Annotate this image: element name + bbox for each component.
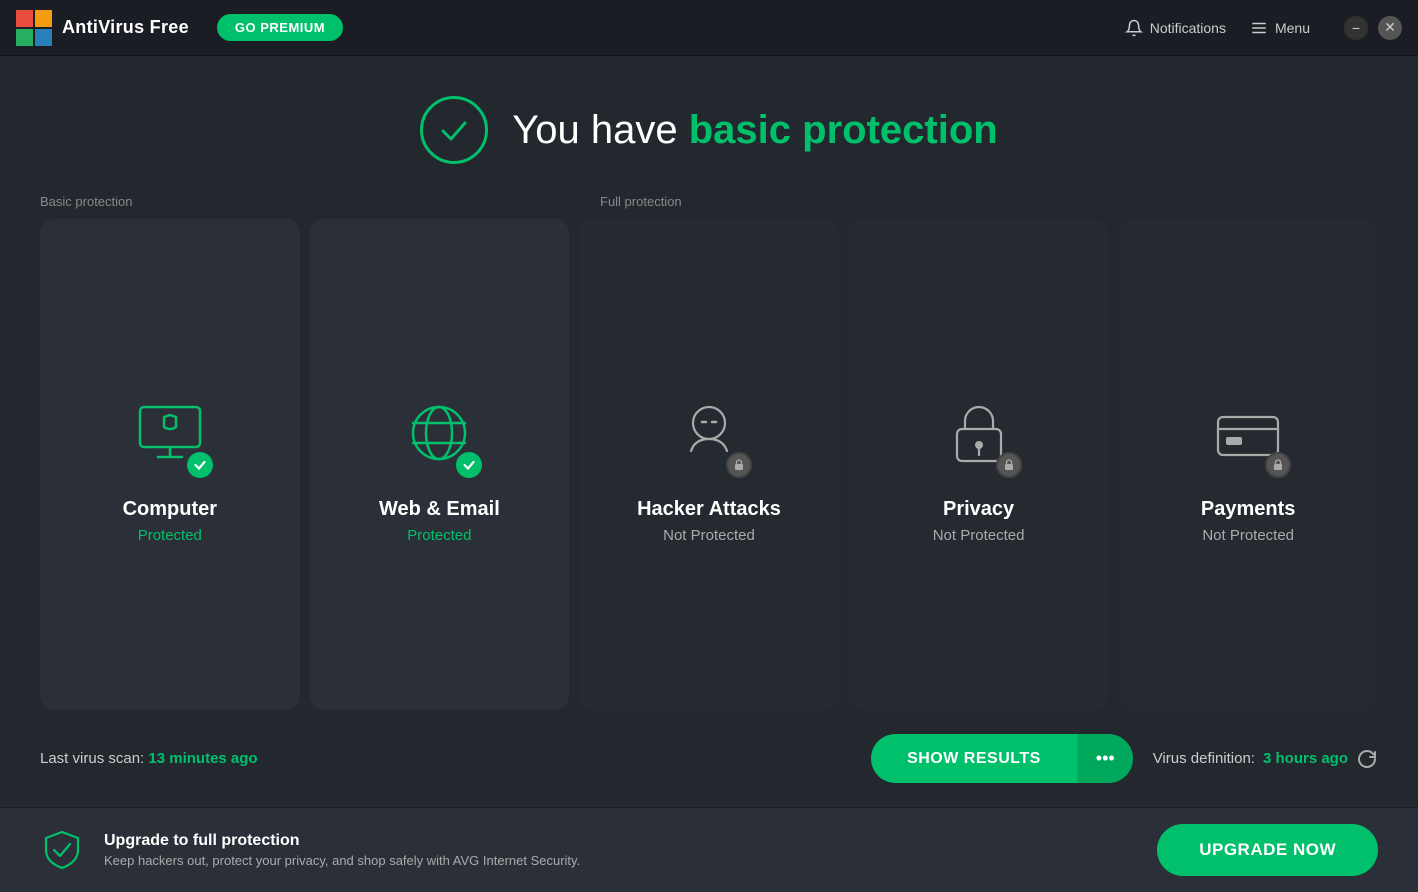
card-privacy[interactable]: Privacy Not Protected (849, 219, 1109, 710)
hacker-card-title: Hacker Attacks (637, 498, 781, 521)
full-protection-label: Full protection (600, 194, 1378, 209)
banner-title: Upgrade to full protection (104, 832, 1137, 850)
lock-small-icon (733, 459, 745, 471)
card-hacker-attacks[interactable]: Hacker Attacks Not Protected (579, 219, 839, 710)
menu-label: Menu (1275, 20, 1310, 36)
banner-shield-icon (40, 828, 84, 872)
headline-prefix: You have (512, 108, 688, 152)
close-button[interactable]: ✕ (1378, 16, 1402, 40)
virus-def-prefix: Virus definition: (1153, 750, 1255, 767)
privacy-icon-area (934, 390, 1024, 480)
web-email-card-status: Protected (407, 527, 471, 544)
card-web-email[interactable]: Web & Email Protected (310, 219, 570, 710)
cards-area: Basic protection Full protection (0, 194, 1418, 710)
payments-card-title: Payments (1201, 498, 1296, 521)
show-results-group: SHOW RESULTS ••• (871, 734, 1133, 783)
logo-area: AntiVirus Free GO PREMIUM (16, 10, 343, 46)
upgrade-now-button[interactable]: UPGRADE NOW (1157, 824, 1378, 876)
more-options-button[interactable]: ••• (1077, 734, 1133, 783)
lock-small-3-icon (1272, 459, 1284, 471)
web-email-status-badge (456, 452, 482, 478)
notifications-button[interactable]: Notifications (1125, 19, 1226, 37)
section-labels: Basic protection Full protection (40, 194, 1378, 209)
avg-logo-icon (16, 10, 52, 46)
payments-icon-area (1203, 390, 1293, 480)
computer-card-title: Computer (123, 498, 217, 521)
card-computer[interactable]: Computer Protected (40, 219, 300, 710)
computer-status-badge (187, 452, 213, 478)
computer-icon-area (125, 390, 215, 480)
show-results-button[interactable]: SHOW RESULTS (871, 734, 1077, 783)
card-payments[interactable]: Payments Not Protected (1118, 219, 1378, 710)
window-controls: − ✕ (1344, 16, 1402, 40)
virus-def-time: 3 hours ago (1263, 750, 1348, 767)
last-scan-info: Last virus scan: 13 minutes ago (40, 750, 851, 767)
notifications-label: Notifications (1150, 20, 1226, 36)
headline: You have basic protection (512, 108, 997, 153)
basic-protection-label: Basic protection (40, 194, 600, 209)
virus-definition-info: Virus definition: 3 hours ago (1153, 748, 1378, 770)
privacy-card-status: Not Protected (933, 527, 1025, 544)
headline-highlight: basic protection (689, 108, 998, 152)
menu-button[interactable]: Menu (1250, 19, 1310, 37)
web-email-icon-area (394, 390, 484, 480)
go-premium-button[interactable]: GO PREMIUM (217, 14, 343, 41)
banner-text-area: Upgrade to full protection Keep hackers … (104, 832, 1137, 868)
hacker-icon-area (664, 390, 754, 480)
banner-subtitle: Keep hackers out, protect your privacy, … (104, 853, 1137, 868)
header-section: You have basic protection (0, 56, 1418, 194)
privacy-status-badge (996, 452, 1022, 478)
upgrade-banner: Upgrade to full protection Keep hackers … (0, 807, 1418, 892)
computer-card-status: Protected (138, 527, 202, 544)
hacker-status-badge (726, 452, 752, 478)
lock-small-2-icon (1003, 459, 1015, 471)
payments-card-status: Not Protected (1202, 527, 1294, 544)
scan-bar: Last virus scan: 13 minutes ago SHOW RES… (0, 710, 1418, 807)
hacker-card-status: Not Protected (663, 527, 755, 544)
payments-status-badge (1265, 452, 1291, 478)
app-name-label: AntiVirus Free (62, 17, 189, 38)
privacy-card-title: Privacy (943, 498, 1014, 521)
last-scan-prefix: Last virus scan: (40, 750, 148, 767)
cards-row: Computer Protected (40, 219, 1378, 710)
refresh-icon[interactable] (1356, 748, 1378, 770)
web-email-card-title: Web & Email (379, 498, 500, 521)
main-content: You have basic protection Basic protecti… (0, 56, 1418, 807)
last-scan-time: 13 minutes ago (148, 750, 257, 767)
protection-status-icon (420, 96, 488, 164)
minimize-button[interactable]: − (1344, 16, 1368, 40)
title-bar-right: Notifications Menu − ✕ (1125, 16, 1402, 40)
title-bar: AntiVirus Free GO PREMIUM Notifications … (0, 0, 1418, 56)
